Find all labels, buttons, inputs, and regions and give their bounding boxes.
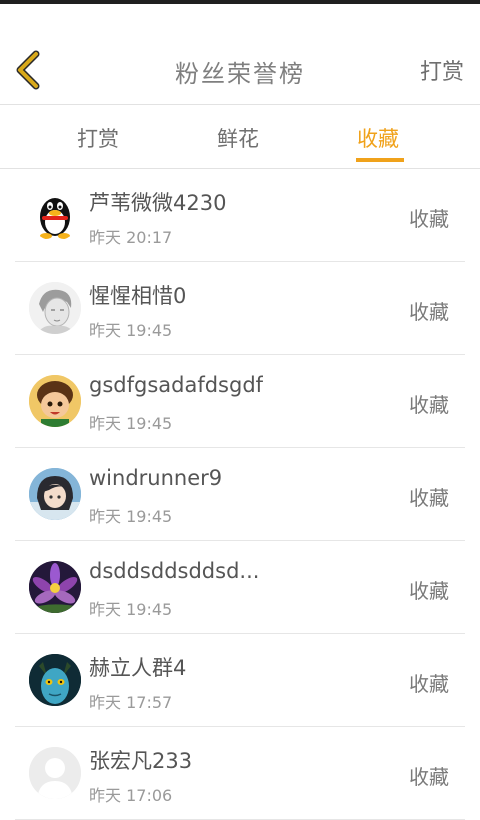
timestamp: 昨天 20:17 [89, 228, 173, 247]
tab-favorites[interactable]: 收藏 [357, 123, 399, 153]
user-name: dsddsddsddsd... [89, 559, 260, 583]
timestamp: 昨天 19:45 [89, 321, 173, 340]
list-item[interactable]: gsdfgsadafdsgdf 昨天 19:45 收藏 [15, 355, 465, 448]
active-tab-indicator [356, 158, 404, 162]
action-label: 收藏 [409, 393, 449, 417]
list-item[interactable]: 芦苇微微4230 昨天 20:17 收藏 [15, 169, 465, 262]
default-avatar [29, 747, 81, 799]
action-label: 收藏 [409, 300, 449, 324]
action-label: 收藏 [409, 207, 449, 231]
timestamp: 昨天 17:57 [89, 693, 173, 712]
list-item[interactable]: windrunner9 昨天 19:45 收藏 [15, 448, 465, 541]
purple-flower-avatar [29, 561, 81, 613]
tab-reward[interactable]: 打赏 [77, 123, 119, 153]
sketch-avatar [29, 282, 81, 334]
action-label: 收藏 [409, 672, 449, 696]
penguin-avatar [29, 189, 81, 241]
user-name: 惺惺相惜0 [89, 284, 187, 308]
action-label: 收藏 [409, 486, 449, 510]
list-item[interactable]: 张宏凡233 昨天 17:06 收藏 [15, 727, 465, 820]
reward-button[interactable]: 打赏 [420, 54, 464, 86]
tab-bar: 打赏 鲜花 收藏 [0, 105, 480, 169]
fan-list: 芦苇微微4230 昨天 20:17 收藏 惺惺相惜0 昨天 19:45 收藏 g… [0, 169, 480, 820]
timestamp: 昨天 19:45 [89, 507, 173, 526]
timestamp: 昨天 19:45 [89, 414, 173, 433]
blue-creature-avatar [29, 654, 81, 706]
user-name: windrunner9 [89, 466, 223, 490]
page-title: 粉丝荣誉榜 [175, 60, 305, 88]
timestamp: 昨天 19:45 [89, 600, 173, 619]
action-label: 收藏 [409, 579, 449, 603]
header-bar: 粉丝荣誉榜 打赏 [0, 4, 480, 105]
tab-flowers[interactable]: 鲜花 [217, 123, 259, 153]
cartoon-boy-avatar [29, 375, 81, 427]
user-name: 赫立人群4 [89, 656, 187, 680]
action-label: 收藏 [409, 765, 449, 789]
list-item[interactable]: 惺惺相惜0 昨天 19:45 收藏 [15, 262, 465, 355]
timestamp: 昨天 17:06 [89, 786, 173, 805]
user-name: 张宏凡233 [89, 749, 193, 773]
list-item[interactable]: dsddsddsddsd... 昨天 19:45 收藏 [15, 541, 465, 634]
anime-girl-avatar [29, 468, 81, 520]
list-item[interactable]: 赫立人群4 昨天 17:57 收藏 [15, 634, 465, 727]
user-name: gsdfgsadafdsgdf [89, 373, 264, 397]
user-name: 芦苇微微4230 [89, 191, 227, 215]
